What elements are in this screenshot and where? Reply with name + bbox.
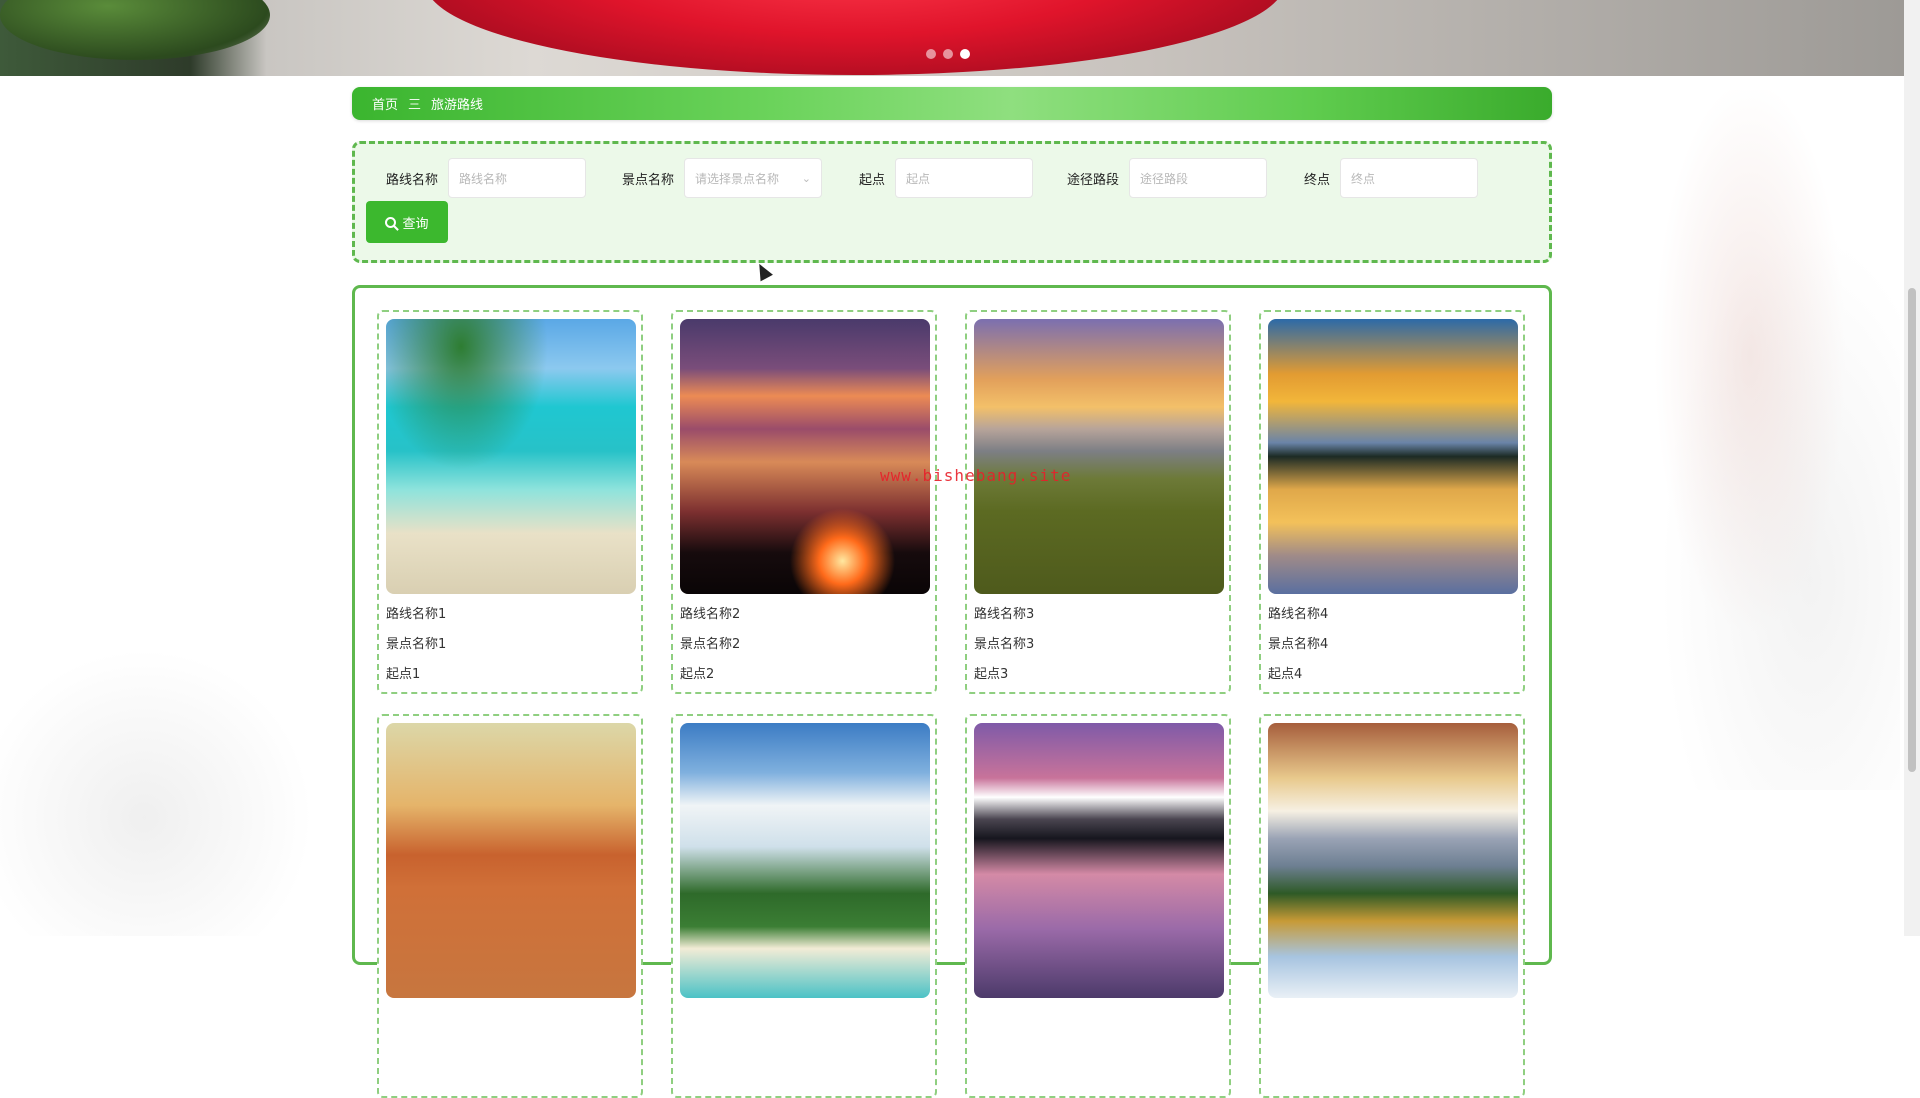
route-name-label: 路线名称 [386,172,439,188]
spot-name-select-placeholder: 请选择景点名称 [695,171,780,186]
search-icon [385,216,397,228]
banner-leaf-image [0,0,270,60]
end-input[interactable]: 终点 [1340,158,1479,198]
route-card[interactable]: 路线名称1 景点名称1 起点1 [377,310,643,694]
route-name-text: 路线名称3 [974,607,1035,622]
spot-name-label: 景点名称 [622,172,675,188]
banner-rose-image [425,0,1285,75]
route-name-text: 路线名称4 [1268,607,1329,622]
query-button[interactable]: 查询 [366,201,448,243]
spot-name-text: 景点名称2 [680,637,741,652]
breadcrumb: 首页 三 旅游路线 [352,87,1552,120]
end-label: 终点 [1304,172,1331,188]
route-image-alpine-lake[interactable] [1268,723,1518,998]
route-card[interactable] [965,714,1231,1098]
via-label: 途径路段 [1067,172,1120,188]
route-image-mountain-lake-dusk[interactable] [974,723,1224,998]
route-card[interactable] [377,714,643,1098]
background-floral-right [1600,90,1900,790]
via-field: 途径路段 途径路段 [1067,158,1268,198]
start-label: 起点 [859,172,886,188]
via-input[interactable]: 途径路段 [1129,158,1268,198]
watermark-text: www.bishebang.site [880,466,1072,485]
start-text: 起点4 [1268,667,1303,682]
spot-name-field: 景点名称 请选择景点名称 ⌄ [622,158,823,198]
route-image-beach[interactable] [386,319,636,594]
route-image-tropical-beach[interactable] [680,723,930,998]
spot-name-text: 景点名称4 [1268,637,1329,652]
breadcrumb-home-link[interactable]: 首页 [372,94,398,113]
route-image-desert[interactable] [386,723,636,998]
route-card[interactable]: 路线名称4 景点名称4 起点4 [1259,310,1525,694]
start-input[interactable]: 起点 [895,158,1034,198]
breadcrumb-separator: 三 [408,98,422,113]
route-card[interactable] [671,714,937,1098]
breadcrumb-current: 旅游路线 [431,98,484,113]
search-panel: 路线名称 路线名称 景点名称 请选择景点名称 ⌄ 起点 起点 途径路段 途径路段… [352,141,1552,263]
carousel-dots [926,49,970,59]
carousel-dot-3[interactable] [960,49,970,59]
spot-name-select[interactable]: 请选择景点名称 ⌄ [684,158,823,198]
route-name-field: 路线名称 路线名称 [386,158,587,198]
route-name-input[interactable]: 路线名称 [448,158,587,198]
route-card[interactable] [1259,714,1525,1098]
banner-carousel[interactable] [0,0,1904,76]
scrollbar-thumb[interactable] [1908,288,1916,772]
page-scrollbar[interactable] [1904,0,1920,936]
end-field: 终点 终点 [1304,158,1479,198]
start-text: 起点3 [974,667,1009,682]
spot-name-text: 景点名称1 [386,637,447,652]
route-name-text: 路线名称1 [386,607,447,622]
route-image-sunset[interactable] [680,319,930,594]
start-text: 起点1 [386,667,421,682]
route-image-mountain-meadow[interactable] [974,319,1224,594]
route-card[interactable]: 路线名称3 景点名称3 起点3 [965,310,1231,694]
background-floral-left [0,640,360,936]
route-name-text: 路线名称2 [680,607,741,622]
query-button-label: 查询 [402,216,429,232]
carousel-dot-1[interactable] [926,49,936,59]
mouse-cursor-icon [753,260,773,282]
route-image-lake-sunset[interactable] [1268,319,1518,594]
carousel-dot-2[interactable] [943,49,953,59]
chevron-down-icon: ⌄ [801,171,812,185]
start-field: 起点 起点 [859,158,1034,198]
route-list-panel: 路线名称1 景点名称1 起点1 路线名称2 景点名称2 起点2 路线名称3 景点… [352,285,1552,1098]
spot-name-text: 景点名称3 [974,637,1035,652]
route-card[interactable]: 路线名称2 景点名称2 起点2 [671,310,937,694]
start-text: 起点2 [680,667,715,682]
